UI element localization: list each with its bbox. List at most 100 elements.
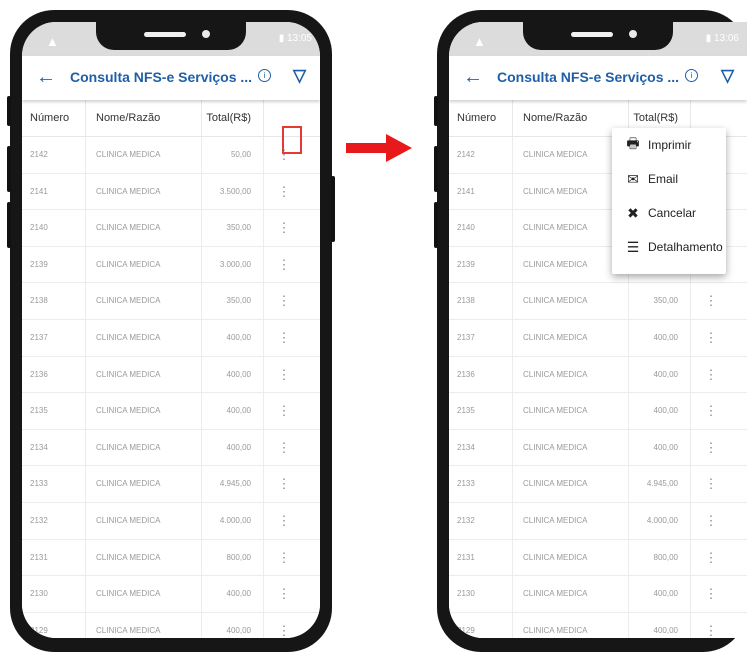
table-row: 2136 CLINICA MEDICA 400,00 ⋮ bbox=[22, 356, 320, 394]
cell-nome: CLINICA MEDICA bbox=[86, 210, 202, 246]
cell-total: 800,00 bbox=[202, 539, 264, 576]
phone-side-button bbox=[7, 96, 11, 126]
info-icon[interactable]: i bbox=[258, 69, 271, 82]
kebab-menu-icon[interactable]: ⋮ bbox=[264, 430, 304, 466]
kebab-menu-icon[interactable]: ⋮ bbox=[264, 576, 304, 612]
menu-item-cancelar[interactable]: ✖ Cancelar bbox=[612, 196, 726, 230]
kebab-menu-icon[interactable]: ⋮ bbox=[264, 503, 304, 539]
cell-total: 4.000,00 bbox=[202, 502, 264, 539]
cell-total: 50,00 bbox=[202, 137, 264, 173]
red-arrow-icon bbox=[346, 134, 412, 162]
menu-item-label: Email bbox=[648, 172, 679, 186]
kebab-menu-icon[interactable]: ⋮ bbox=[691, 430, 731, 466]
cell-total: 400,00 bbox=[629, 429, 691, 466]
cell-numero: 2137 bbox=[22, 319, 86, 356]
cell-numero: 2136 bbox=[449, 356, 513, 393]
kebab-menu-icon[interactable]: ⋮ bbox=[691, 613, 731, 638]
column-header-numero: Número bbox=[449, 100, 513, 136]
cell-numero: 2138 bbox=[22, 283, 86, 319]
cell-total: 400,00 bbox=[202, 319, 264, 356]
menu-item-imprimir[interactable]: 🖶 Imprimir bbox=[612, 128, 726, 162]
menu-item-detalhamento[interactable]: ☰ Detalhamento bbox=[612, 230, 726, 264]
kebab-menu-icon[interactable]: ⋮ bbox=[264, 540, 304, 576]
cell-nome: CLINICA MEDICA bbox=[86, 356, 202, 393]
kebab-menu-icon[interactable]: ⋮ bbox=[264, 210, 304, 246]
phone-frame-left: ▲ ▮ 13:05 ← Consulta NFS-e Serviços ... … bbox=[7, 10, 335, 652]
kebab-menu-icon[interactable]: ⋮ bbox=[691, 283, 731, 319]
cell-nome: CLINICA MEDICA bbox=[513, 283, 629, 319]
menu-item-label: Cancelar bbox=[648, 206, 697, 220]
kebab-menu-icon[interactable]: ⋮ bbox=[264, 174, 304, 210]
kebab-highlight-box bbox=[282, 126, 302, 154]
table-row: 2137 CLINICA MEDICA 400,00 ⋮ bbox=[22, 319, 320, 357]
kebab-menu-icon[interactable]: ⋮ bbox=[691, 393, 731, 429]
kebab-menu-icon[interactable]: ⋮ bbox=[264, 320, 304, 356]
arrow-left-icon[interactable]: ← bbox=[36, 66, 56, 89]
kebab-menu-icon[interactable]: ⋮ bbox=[264, 283, 304, 319]
page-title: Consulta NFS-e Serviços ... bbox=[497, 69, 680, 85]
table-row: 2129 CLINICA MEDICA 400,00 ⋮ bbox=[22, 612, 320, 638]
filter-icon[interactable]: ▽ bbox=[293, 66, 306, 86]
kebab-menu-icon[interactable]: ⋮ bbox=[691, 503, 731, 539]
cell-numero: 2135 bbox=[22, 393, 86, 429]
cell-nome: CLINICA MEDICA bbox=[86, 539, 202, 576]
table-row: 2138 CLINICA MEDICA 350,00 ⋮ bbox=[449, 283, 747, 320]
table-row: 2132 CLINICA MEDICA 4.000,00 ⋮ bbox=[22, 502, 320, 540]
cell-nome: CLINICA MEDICA bbox=[86, 393, 202, 429]
cell-numero: 2137 bbox=[449, 319, 513, 356]
phone-side-button bbox=[434, 202, 438, 248]
cell-numero: 2135 bbox=[449, 393, 513, 429]
kebab-menu-icon[interactable]: ⋮ bbox=[691, 320, 731, 356]
phone-side-button bbox=[434, 96, 438, 126]
column-header-numero: Número bbox=[22, 100, 86, 136]
info-icon[interactable]: i bbox=[685, 69, 698, 82]
cell-total: 350,00 bbox=[629, 283, 691, 319]
cell-nome: CLINICA MEDICA bbox=[86, 319, 202, 356]
phone-side-button bbox=[7, 202, 11, 248]
cell-nome: CLINICA MEDICA bbox=[86, 576, 202, 612]
cell-numero: 2142 bbox=[22, 137, 86, 173]
cell-total: 400,00 bbox=[629, 393, 691, 429]
cell-total: 400,00 bbox=[202, 612, 264, 638]
phone-side-button bbox=[434, 146, 438, 192]
kebab-menu-icon[interactable]: ⋮ bbox=[264, 393, 304, 429]
cell-total: 400,00 bbox=[629, 319, 691, 356]
cell-total: 3.500,00 bbox=[202, 173, 264, 210]
table-row: 2133 CLINICA MEDICA 4.945,00 ⋮ bbox=[449, 466, 747, 503]
menu-item-email[interactable]: ✉ Email bbox=[612, 162, 726, 196]
app-bar: ← Consulta NFS-e Serviços ... i ▽ bbox=[449, 56, 747, 100]
kebab-menu-icon[interactable]: ⋮ bbox=[691, 576, 731, 612]
kebab-menu-icon[interactable]: ⋮ bbox=[264, 247, 304, 283]
cell-total: 400,00 bbox=[629, 356, 691, 393]
kebab-menu-icon[interactable]: ⋮ bbox=[691, 357, 731, 393]
cell-nome: CLINICA MEDICA bbox=[86, 173, 202, 210]
filter-icon[interactable]: ▽ bbox=[721, 66, 734, 86]
kebab-menu-icon[interactable]: ⋮ bbox=[264, 466, 304, 502]
table-row: 2134 CLINICA MEDICA 400,00 ⋮ bbox=[22, 429, 320, 467]
phone-notch bbox=[523, 22, 673, 50]
kebab-menu-icon[interactable]: ⋮ bbox=[691, 466, 731, 502]
cell-nome: CLINICA MEDICA bbox=[513, 319, 629, 356]
cell-nome: CLINICA MEDICA bbox=[86, 429, 202, 466]
kebab-menu-icon[interactable]: ⋮ bbox=[264, 613, 304, 638]
cell-numero: 2142 bbox=[449, 137, 513, 173]
list-icon: ☰ bbox=[626, 238, 640, 255]
table-row: 2138 CLINICA MEDICA 350,00 ⋮ bbox=[22, 283, 320, 320]
cell-total: 400,00 bbox=[629, 576, 691, 612]
cell-numero: 2132 bbox=[22, 502, 86, 539]
arrow-left-icon[interactable]: ← bbox=[463, 66, 483, 89]
cell-numero: 2129 bbox=[449, 612, 513, 638]
cell-numero: 2132 bbox=[449, 502, 513, 539]
warning-icon: ▲ bbox=[473, 34, 486, 49]
cell-nome: CLINICA MEDICA bbox=[86, 502, 202, 539]
table-row: 2131 CLINICA MEDICA 800,00 ⋮ bbox=[22, 539, 320, 577]
column-header-total: Total(R$) bbox=[202, 100, 264, 136]
cell-nome: CLINICA MEDICA bbox=[513, 539, 629, 576]
kebab-menu-icon[interactable]: ⋮ bbox=[264, 357, 304, 393]
cell-total: 3.000,00 bbox=[202, 246, 264, 283]
cell-total: 4.945,00 bbox=[202, 466, 264, 502]
table-row: 2132 CLINICA MEDICA 4.000,00 ⋮ bbox=[449, 502, 747, 540]
kebab-menu-icon[interactable]: ⋮ bbox=[691, 540, 731, 576]
cell-numero: 2141 bbox=[22, 173, 86, 210]
table-header: Número Nome/Razão Total(R$) bbox=[22, 100, 320, 137]
